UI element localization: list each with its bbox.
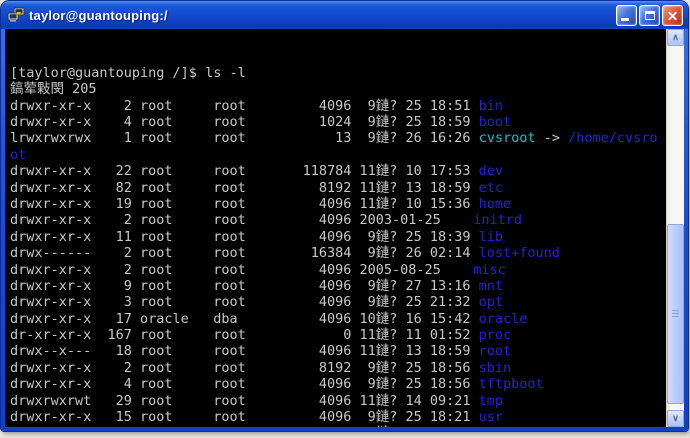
terminal-line: drwxr-xr-x 3 root root 4096 9鏈? 25 21:32… [10,294,504,311]
scroll-up-button[interactable]: ∧ [667,29,684,46]
window-content: [taylor@guantouping /]$ ls -l 鎬荤敤閔 205 drw… [5,29,684,427]
close-button[interactable] [662,4,683,26]
terminal-line: drwxr-xr-x 4 root root 1024 9鏈? 25 18:59… [10,113,512,130]
file-name: mnt [478,277,504,294]
terminal-line: [taylor@guantouping /]$ ls -l [10,64,246,81]
file-name: proc [478,327,512,344]
terminal-line: drwxrwxrwt 29 root root 4096 11鏈? 14 09:… [10,392,504,409]
terminal-line: drwxr-xr-x 15 root root 4096 9鏈? 25 18:2… [10,409,504,426]
maximize-icon [645,10,655,20]
file-name: ot [10,146,27,163]
file-name: oracle [478,310,528,327]
terminal-screen[interactable]: [taylor@guantouping /]$ ls -l 鎬荤敤閔 205 drw… [5,29,666,427]
terminal-line: drwxr-xr-x 11 root root 4096 9鏈? 25 18:3… [10,228,504,245]
terminal-line: drwx--x--- 18 root root 4096 11鏈? 13 18:… [10,343,512,360]
minimize-icon [621,17,629,21]
chevron-down-icon: ∨ [672,413,679,423]
file-name: tftpboot [478,376,544,393]
scroll-down-button[interactable]: ∨ [667,410,684,427]
thumb-grip-icon [672,310,679,319]
file-name: opt [478,294,504,311]
file-name: root [478,343,512,360]
terminal-lines: [taylor@guantouping /]$ ls -l 鎬荤敤閔 205 drw… [10,65,666,427]
scroll-thumb[interactable] [667,224,684,404]
file-name: home [478,195,512,212]
chevron-up-icon: ∧ [672,32,679,42]
file-name: lib [478,228,504,245]
file-name: usr [478,409,504,426]
file-name: /home/cvsro [568,130,658,147]
window-controls [616,4,683,26]
terminal-line: drwx------ 2 root root 16384 9鏈? 26 02:1… [10,245,560,262]
terminal-line: 鎬荤敤閔 205 [10,81,97,98]
terminal-line: drwxr-xr-x 17 oracle dba 4096 10鏈? 16 15… [10,310,528,327]
terminal-line: drwxr-xr-x 4 root root 4096 9鏈? 25 18:56… [10,376,544,393]
file-name: cvsroot [478,130,536,147]
terminal-line: drwxr-xr-x 2 root root 4096 2003-01-25 i… [10,212,523,229]
file-name: tmp [478,392,504,409]
window-titlebar[interactable]: taylor@guantouping:/ [1,1,688,29]
file-name: boot [478,113,512,130]
file-name: etc [478,179,504,196]
terminal-line: drwxr-xr-x 2 root root 4096 2005-08-25 m… [10,261,506,278]
terminal-line: ot [10,147,666,163]
file-name: bin [478,97,504,114]
terminal-line: drwxr-xr-x 9 root root 4096 9鏈? 27 13:16… [10,277,504,294]
window-title: taylor@guantouping:/ [29,7,168,23]
file-name: initrd [473,212,523,229]
minimize-button[interactable] [616,4,637,26]
terminal-line: drwxr-xr-x 25 root root 4096 9鏈? 25 18:5… [10,425,666,427]
scroll-track[interactable] [667,46,684,410]
maximize-button[interactable] [639,4,660,26]
terminal-line: drwxr-xr-x 22 root root 118784 11鏈? 10 1… [10,163,504,180]
file-name: var [479,425,503,427]
file-name: misc [473,261,506,278]
putty-terminal-icon[interactable] [7,7,25,23]
file-name: sbin [478,359,512,376]
file-name: lost+found [478,245,560,262]
file-name: dev [478,163,504,180]
terminal-line: drwxr-xr-x 82 root root 8192 11鏈? 13 18:… [10,179,504,196]
terminal-line: dr-xr-xr-x 167 root root 0 11鏈? 11 01:52… [10,327,512,344]
terminal-line: lrwxrwxrwx 1 root root 13 9鏈? 26 16:26 c… [10,130,658,147]
terminal-line: drwxr-xr-x 2 root root 4096 9鏈? 25 18:51… [10,97,504,114]
terminal-line: drwxr-xr-x 2 root root 8192 9鏈? 25 18:56… [10,359,512,376]
vertical-scrollbar: ∧ ∨ [666,29,684,427]
terminal-window: taylor@guantouping:/ [taylor@guantouping… [1,1,688,431]
terminal-line: drwxr-xr-x 19 root root 4096 11鏈? 10 15:… [10,195,512,212]
